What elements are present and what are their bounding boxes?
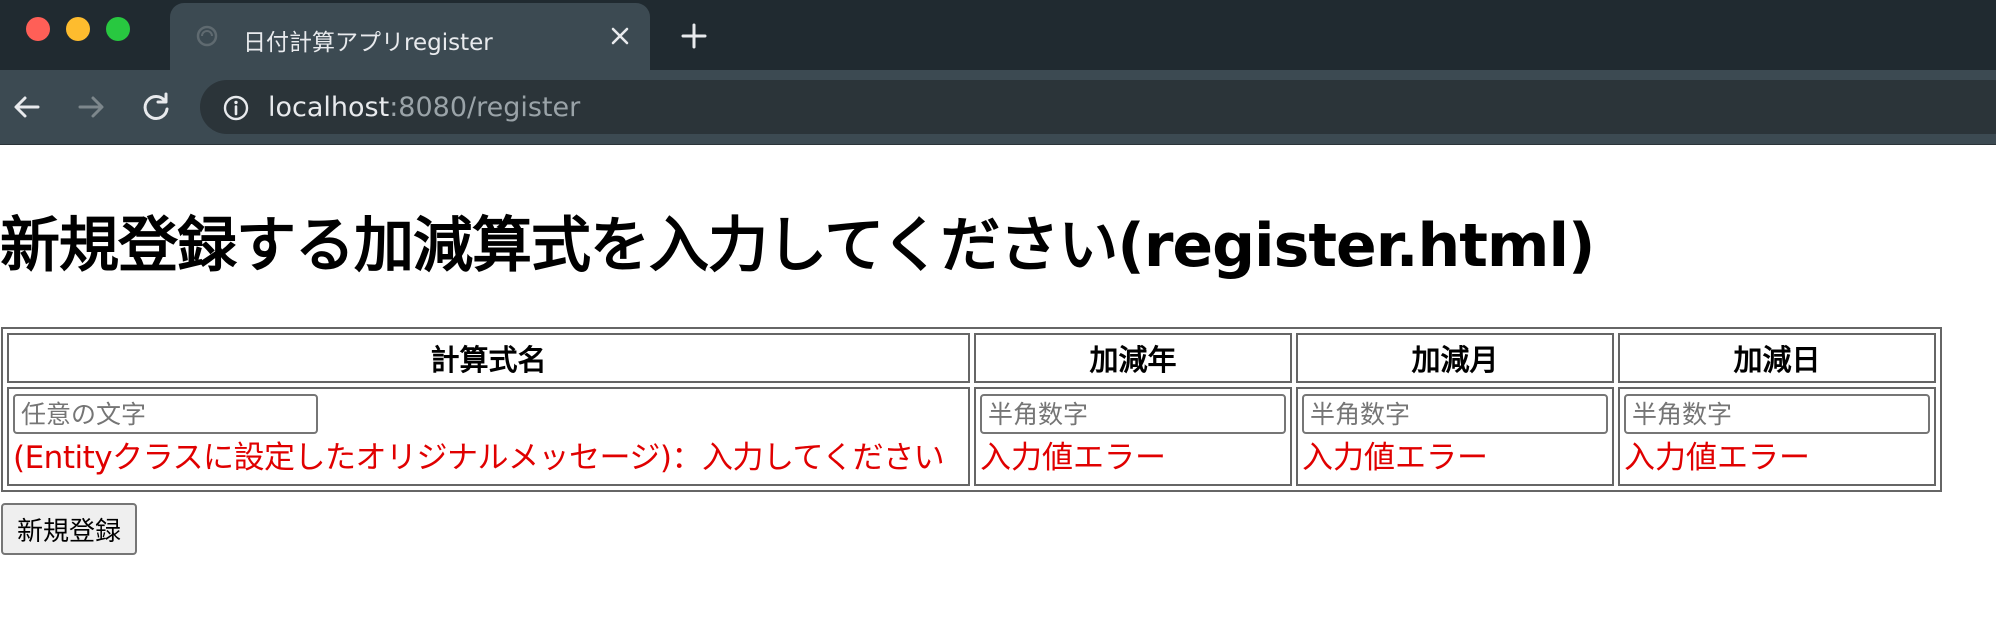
url-path: :8080/register bbox=[389, 92, 581, 123]
page-content: 新規登録する加減算式を入力してください(register.html) 計算式名 … bbox=[0, 145, 1996, 618]
calc-form-table: 計算式名 加減年 加減月 加減日 (Entityクラスに設定したオリジナルメッセ… bbox=[1, 327, 1942, 492]
table-row: (Entityクラスに設定したオリジナルメッセージ)：入力してください 入力値エ… bbox=[7, 387, 1936, 486]
formula-name-error: (Entityクラスに設定したオリジナルメッセージ)：入力してください bbox=[13, 440, 945, 476]
browser-toolbar: localhost:8080/register bbox=[0, 70, 1996, 145]
tab-favicon-icon bbox=[196, 25, 218, 47]
url-text[interactable]: localhost:8080/register bbox=[268, 92, 580, 123]
formula-name-input[interactable] bbox=[13, 394, 318, 434]
info-icon[interactable] bbox=[222, 94, 250, 122]
add-day-input[interactable] bbox=[1624, 394, 1930, 434]
header-add-month: 加減月 bbox=[1296, 333, 1614, 383]
forward-arrow-icon[interactable] bbox=[74, 90, 108, 124]
close-icon[interactable] bbox=[608, 24, 632, 48]
add-year-input[interactable] bbox=[980, 394, 1286, 434]
back-arrow-icon[interactable] bbox=[10, 90, 44, 124]
reload-icon[interactable] bbox=[139, 90, 173, 124]
cell-add-year: 入力値エラー bbox=[974, 387, 1292, 486]
cell-add-month: 入力値エラー bbox=[1296, 387, 1614, 486]
url-host: localhost bbox=[268, 92, 390, 123]
add-month-error: 入力値エラー bbox=[1302, 440, 1488, 476]
add-year-error: 入力値エラー bbox=[980, 440, 1166, 476]
browser-tab-bar: 日付計算アプリregister bbox=[0, 0, 1996, 70]
header-add-day: 加減日 bbox=[1618, 333, 1936, 383]
address-bar[interactable]: localhost:8080/register bbox=[200, 80, 1996, 134]
window-close-dot[interactable] bbox=[26, 17, 50, 41]
plus-icon[interactable] bbox=[679, 21, 709, 51]
browser-tab-active[interactable]: 日付計算アプリregister bbox=[170, 3, 650, 70]
page-title: 新規登録する加減算式を入力してください(register.html) bbox=[0, 211, 1595, 281]
tab-title: 日付計算アプリregister bbox=[243, 30, 493, 56]
window-minimize-dot[interactable] bbox=[66, 17, 90, 41]
cell-add-day: 入力値エラー bbox=[1618, 387, 1936, 486]
header-formula-name: 計算式名 bbox=[7, 333, 970, 383]
window-maximize-dot[interactable] bbox=[106, 17, 130, 41]
cell-formula-name: (Entityクラスに設定したオリジナルメッセージ)：入力してください bbox=[7, 387, 970, 486]
header-add-year: 加減年 bbox=[974, 333, 1292, 383]
table-header-row: 計算式名 加減年 加減月 加減日 bbox=[7, 333, 1936, 383]
add-day-error: 入力値エラー bbox=[1624, 440, 1810, 476]
add-month-input[interactable] bbox=[1302, 394, 1608, 434]
register-button[interactable]: 新規登録 bbox=[1, 503, 138, 555]
